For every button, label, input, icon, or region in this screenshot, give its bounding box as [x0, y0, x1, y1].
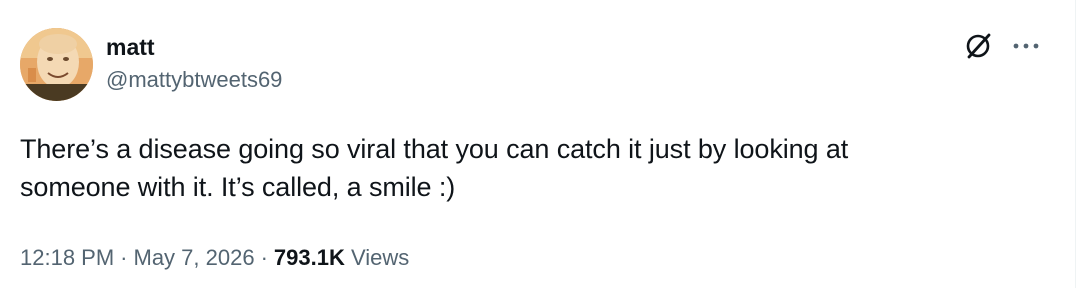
grok-icon[interactable] — [963, 30, 995, 62]
tweet-date[interactable]: May 7, 2026 — [134, 245, 255, 270]
author-identity: matt @mattybtweets69 — [106, 33, 282, 94]
tweet-text: There’s a disease going so viral that yo… — [20, 130, 1040, 206]
views-count: 793.1K — [273, 245, 345, 270]
display-name[interactable]: matt — [106, 33, 282, 61]
user-handle[interactable]: @mattybtweets69 — [106, 66, 282, 94]
views-label: Views — [350, 245, 410, 270]
avatar-image — [20, 28, 93, 101]
tweet-text-line-2: someone with it. It’s called, a smile :) — [20, 172, 456, 202]
more-icon[interactable] — [1013, 41, 1039, 51]
tweet-text-line-1: There’s a disease going so viral that yo… — [20, 134, 849, 164]
tweet-card: matt @mattybtweets69 There’s a disease g… — [0, 0, 1076, 288]
tweet-time[interactable]: 12:18 PM — [20, 245, 114, 270]
tweet-top-actions — [963, 30, 1039, 62]
meta-separator: · — [120, 245, 128, 270]
avatar[interactable] — [20, 28, 93, 101]
meta-separator: · — [260, 245, 268, 270]
tweet-meta: 12:18 PM · May 7, 2026 · 793.1K Views — [20, 243, 409, 273]
